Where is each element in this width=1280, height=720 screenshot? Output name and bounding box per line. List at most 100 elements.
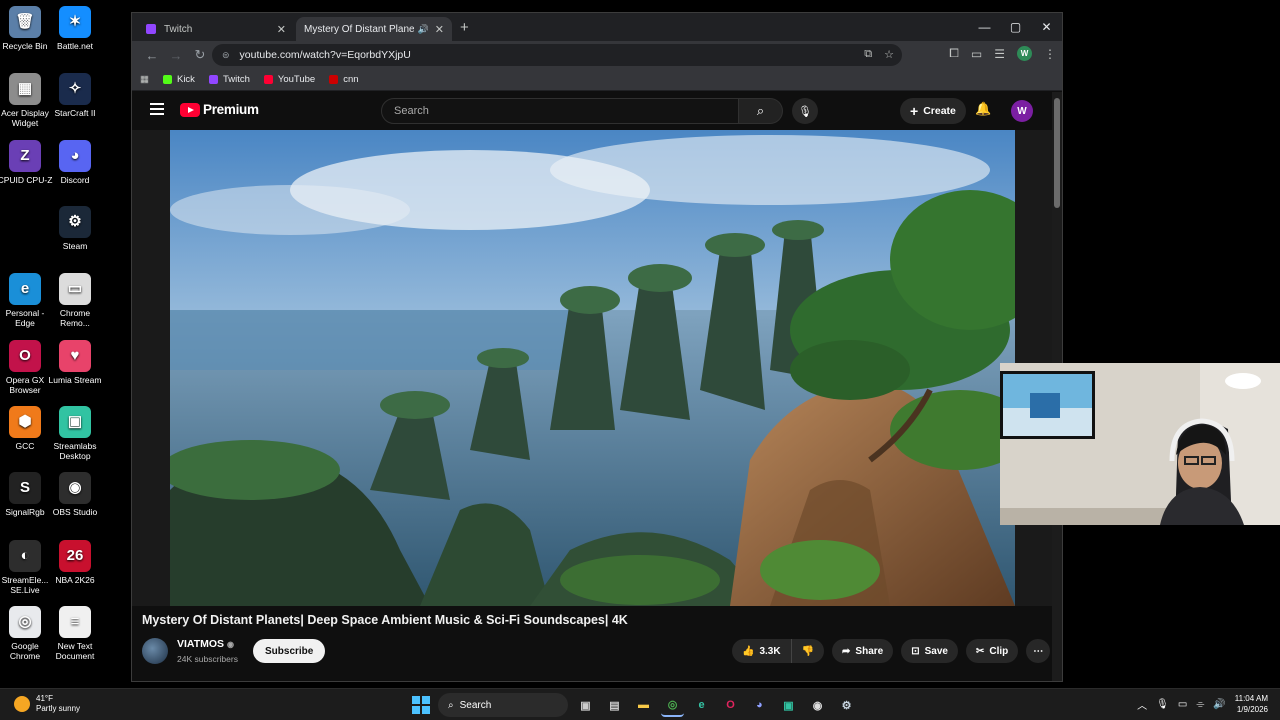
reload-button[interactable]: ↻ — [188, 47, 212, 63]
apps-icon[interactable]: ▦ — [140, 74, 149, 85]
desktop-icon[interactable]: ▭ Chrome Remo... — [47, 273, 103, 328]
bookmark-kick[interactable]: Kick — [162, 74, 195, 85]
network-icon[interactable]: ⌯ — [1196, 699, 1204, 710]
more-horiz-icon: ⋯ — [1033, 645, 1044, 657]
maximize-button[interactable]: ▢ — [1000, 13, 1031, 41]
tab-title: Mystery Of Distant Planets — [304, 23, 414, 35]
volume-icon[interactable]: 🔊 — [1213, 699, 1225, 710]
streamlabs-taskbar-icon[interactable]: ▣ — [777, 694, 800, 717]
desktop-icon[interactable]: ⚙ Steam — [47, 206, 103, 251]
desktop-icon[interactable]: ◎ Google Chrome — [0, 606, 53, 661]
bookmark-cnn[interactable]: cnn — [329, 74, 359, 85]
weather-widget[interactable]: 41°F Partly sunny — [14, 694, 80, 714]
desktop-icon[interactable]: ◉ OBS Studio — [47, 472, 103, 517]
clip-button[interactable]: ✂ Clip — [965, 639, 1019, 663]
youtube-logo[interactable]: Premium — [180, 102, 259, 117]
bookmark-label: Kick — [176, 74, 195, 85]
speaker-icon[interactable]: 🔊 — [418, 24, 429, 35]
microphone-icon[interactable]: 🎙 — [1156, 699, 1169, 710]
bookmark-star-icon[interactable]: ☆ — [884, 48, 894, 61]
desktop-icon[interactable]: ≡ New Text Document — [47, 606, 103, 661]
start-button[interactable] — [409, 694, 432, 717]
desktop-icon-label: Recycle Bin — [2, 41, 48, 51]
address-bar[interactable]: ⊜ youtube.com/watch?v=EqorbdYXjpU ⧉ ☆ — [212, 44, 902, 66]
close-window-button[interactable]: ✕ — [1031, 13, 1062, 41]
bookmark-icon: ⊡ — [911, 645, 920, 657]
desktop-icon[interactable]: ◐ StreamEle... SE.Live — [0, 540, 53, 595]
tab-twitch[interactable]: Twitch ✕ — [138, 17, 294, 41]
search-button[interactable]: ⌕ — [739, 98, 783, 124]
extensions-icon[interactable]: ⧠ — [949, 46, 959, 61]
video-player[interactable] — [170, 130, 1015, 606]
desktop-app-icon: 26 — [59, 540, 91, 572]
account-avatar[interactable]: W — [1011, 100, 1033, 122]
scissors-icon: ✂ — [975, 645, 985, 657]
channel-name[interactable]: VIATMOS ◉ — [177, 638, 234, 650]
new-tab-button[interactable]: + — [460, 19, 469, 36]
tab-youtube[interactable]: Mystery Of Distant Planets 🔊 ✕ — [296, 17, 452, 106]
scrollbar-thumb[interactable] — [1054, 98, 1060, 208]
more-actions-button[interactable]: ⋯ — [1026, 639, 1051, 663]
share-label: Share — [855, 645, 884, 657]
webcam-overlay — [1000, 363, 1280, 525]
profile-avatar[interactable]: W — [1017, 46, 1032, 61]
menu-icon[interactable]: ⋮ — [1044, 47, 1056, 61]
site-info-icon[interactable]: ⊜ — [222, 50, 230, 61]
back-button[interactable]: ← — [140, 48, 164, 63]
desktop-icon[interactable]: ♥ Lumia Stream — [47, 340, 103, 385]
chrome-taskbar-icon[interactable]: ◎ — [661, 694, 684, 717]
edge-taskbar-icon[interactable]: e — [690, 694, 713, 717]
minimize-button[interactable]: — — [969, 13, 1000, 41]
share-button[interactable]: ➦ Share — [832, 639, 894, 663]
create-button[interactable]: + Create — [900, 98, 966, 124]
taskbar-apps: ⌕ Search ▣ ▤ ▬ ◎ e O ◕ ▣ ◉ ⚙ — [409, 693, 858, 717]
desktop-icon[interactable]: ⬢ GCC — [0, 406, 53, 451]
taskbar-search[interactable]: ⌕ Search — [438, 693, 568, 717]
voice-search-button[interactable]: 🎙 — [792, 98, 818, 124]
forward-button[interactable]: → — [164, 48, 188, 63]
like-count: 3.3K — [759, 645, 781, 657]
side-panel-icon[interactable]: ▭ — [971, 47, 982, 61]
taskbar: 41°F Partly sunny ⌕ Search ▣ ▤ ▬ ◎ e O ◕… — [0, 688, 1280, 720]
tray-overflow-icon[interactable]: ︿ — [1137, 697, 1147, 712]
desktop-icon[interactable]: 26 NBA 2K26 — [47, 540, 103, 585]
file-explorer-icon[interactable]: ▬ — [632, 694, 655, 717]
desktop-icon[interactable]: e Personal - Edge — [0, 273, 53, 328]
bookmark-twitch[interactable]: Twitch — [208, 74, 250, 85]
task-view-icon[interactable]: ▣ — [574, 694, 597, 717]
bookmark-youtube[interactable]: YouTube — [263, 74, 315, 85]
desktop-app-icon: ◕ — [59, 140, 91, 172]
desktop: 🗑 Recycle Bin ▦ Acer Display Widget Z CPUID C… — [0, 0, 130, 688]
desktop-icon[interactable]: Z CPUID CPU-Z — [0, 140, 53, 185]
webcam-feed — [1000, 363, 1280, 525]
notifications-bell-icon[interactable]: 🔔 — [975, 101, 991, 117]
subscribe-button[interactable]: Subscribe — [253, 639, 326, 663]
desktop-icon-label: Chrome Remo... — [59, 308, 91, 328]
install-app-icon[interactable]: ⧉ — [864, 48, 872, 61]
like-button[interactable]: 👍 3.3K — [732, 639, 792, 663]
channel-avatar[interactable] — [142, 638, 168, 664]
clock[interactable]: 11:04 AM 1/9/2026 — [1235, 693, 1268, 715]
steam-taskbar-icon[interactable]: ⚙ — [835, 694, 858, 717]
desktop-icon[interactable]: 🗑 Recycle Bin — [0, 6, 53, 51]
close-tab-icon[interactable]: ✕ — [435, 23, 444, 36]
close-tab-icon[interactable]: ✕ — [277, 23, 286, 36]
hamburger-menu-icon[interactable] — [150, 103, 164, 118]
desktop-icon-label: OBS Studio — [52, 507, 98, 517]
discord-taskbar-icon[interactable]: ◕ — [748, 694, 771, 717]
save-button[interactable]: ⊡ Save — [901, 639, 958, 663]
display-icon[interactable]: ▭ — [1178, 699, 1187, 710]
dislike-button[interactable]: 👎 — [791, 639, 825, 663]
desktop-icon[interactable]: S SignalRgb — [0, 472, 53, 517]
search-input[interactable]: Search — [381, 98, 739, 124]
desktop-icon[interactable]: ▣ Streamlabs Desktop — [47, 406, 103, 461]
desktop-icon[interactable]: ◕ Discord — [47, 140, 103, 185]
desktop-icon[interactable]: ✧ StarCraft II — [47, 73, 103, 118]
obs-taskbar-icon[interactable]: ◉ — [806, 694, 829, 717]
desktop-icon[interactable]: O Opera GX Browser — [0, 340, 53, 395]
desktop-icon[interactable]: ▦ Acer Display Widget — [0, 73, 53, 128]
widgets-icon[interactable]: ▤ — [603, 694, 626, 717]
opera-gx-taskbar-icon[interactable]: O — [719, 694, 742, 717]
desktop-icon[interactable]: ✶ Battle.net — [47, 6, 103, 51]
reading-list-icon[interactable]: ☰ — [994, 47, 1005, 61]
